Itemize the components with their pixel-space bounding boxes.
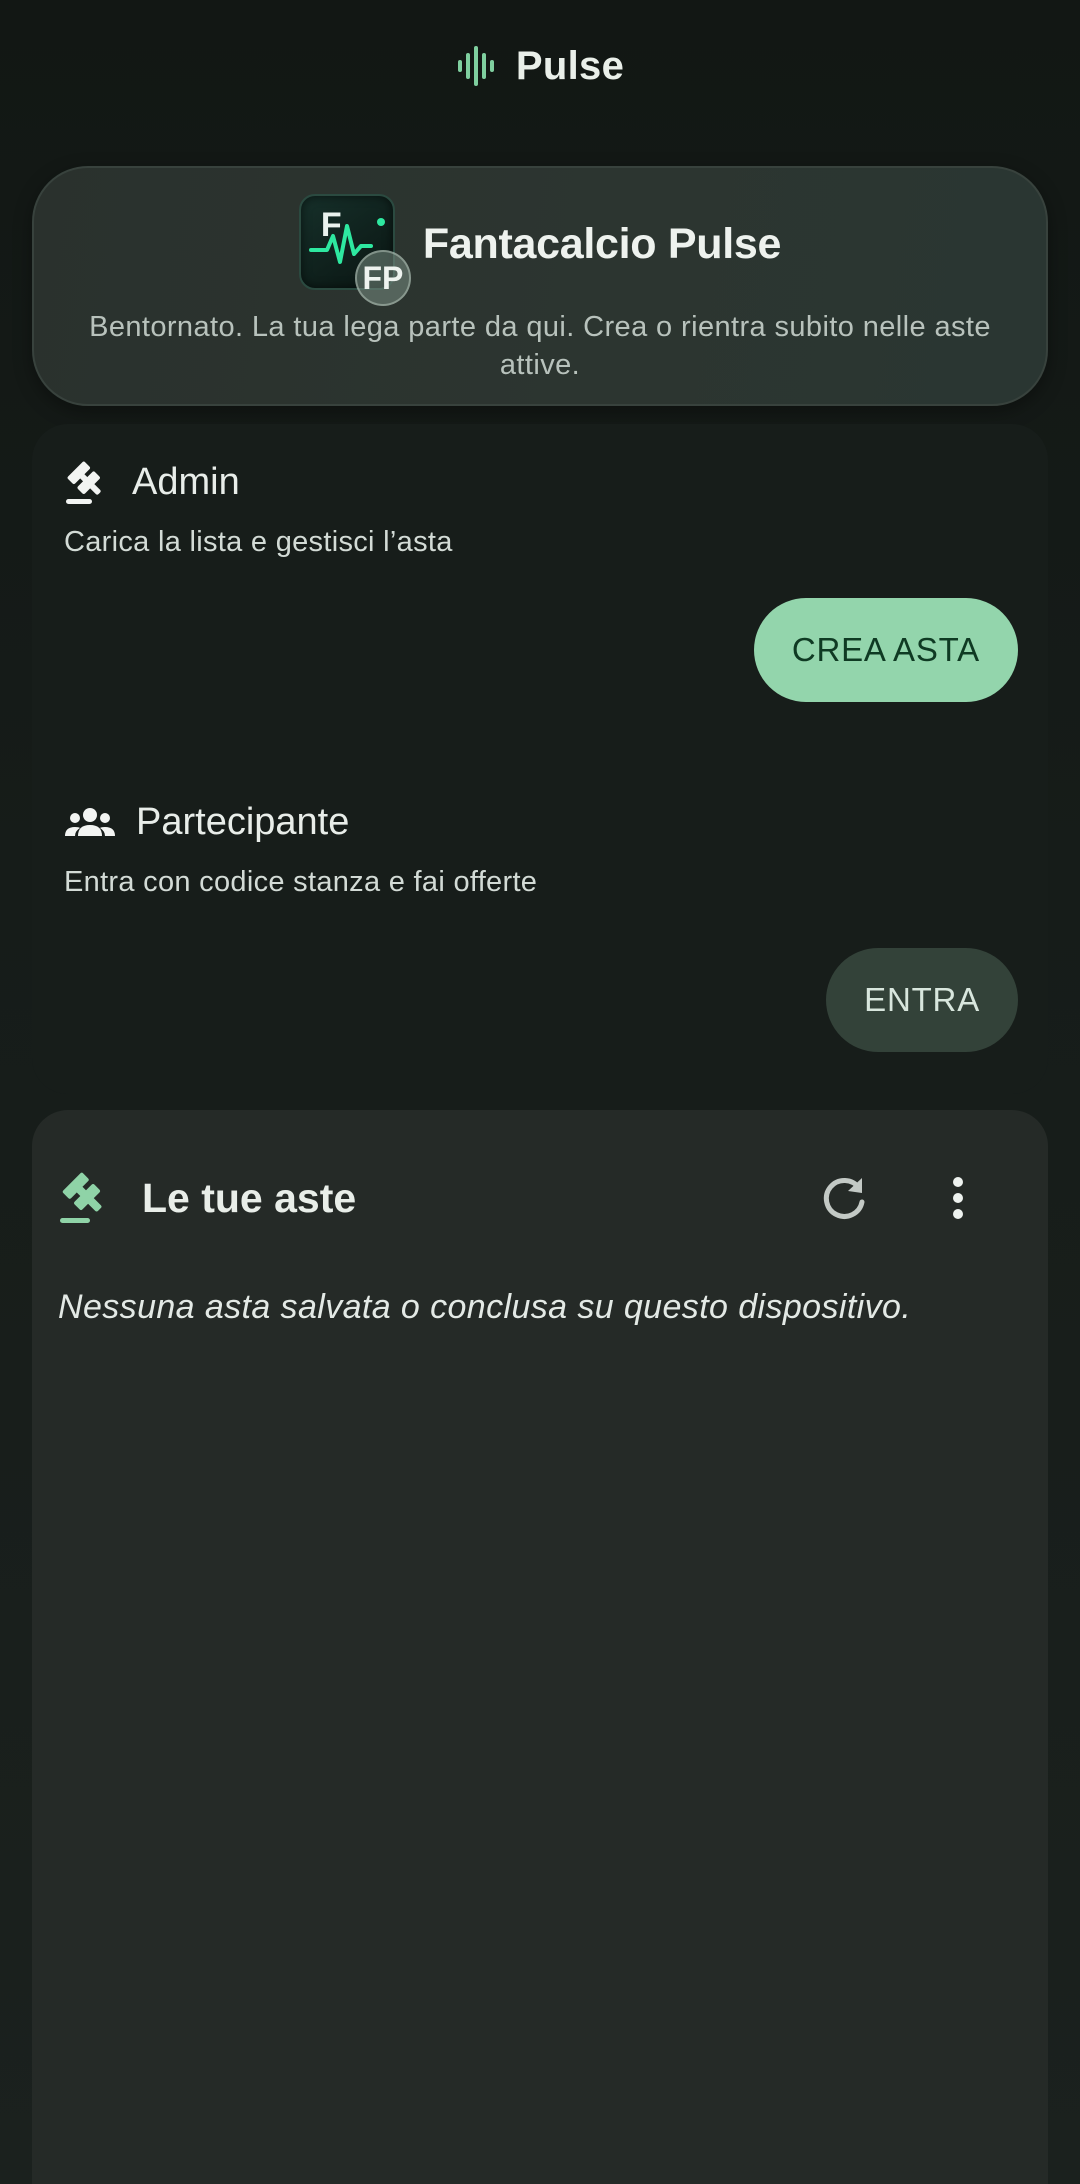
hero-subtitle: Bentornato. La tua lega parte da qui. Cr… xyxy=(89,311,991,381)
app-logo: F FP xyxy=(298,194,411,306)
gavel-icon xyxy=(66,461,101,504)
participant-role-section: Partecipante Entra con codice stanza e f… xyxy=(32,764,1048,1094)
create-auction-button[interactable]: CREA ASTA xyxy=(753,598,1018,702)
role-selection-card: Admin Carica la lista e gestisci l’asta … xyxy=(32,424,1048,1094)
your-auctions-card: Le tue aste Nessuna asta salvata o concl… xyxy=(32,1110,1048,2184)
group-icon xyxy=(65,808,115,836)
welcome-card: F FP Fantacalcio Pulse Bentornato. La tu… xyxy=(32,166,1048,406)
app-logo-badge: FP xyxy=(354,250,411,306)
hero-title: Fantacalcio Pulse xyxy=(422,219,782,268)
admin-role-section: Admin Carica la lista e gestisci l’asta … xyxy=(32,424,1048,764)
top-app-bar: Pulse xyxy=(0,0,1080,132)
participant-role-description: Entra con codice stanza e fai offerte xyxy=(64,866,538,898)
welcome-header: F FP Fantacalcio Pulse xyxy=(34,194,1046,306)
refresh-icon xyxy=(823,1177,865,1219)
admin-role-description: Carica la lista e gestisci l’asta xyxy=(64,526,453,558)
enter-auction-button[interactable]: ENTRA xyxy=(826,948,1018,1052)
app-screen: Pulse F FP Fantacalcio Pulse Bentornato.… xyxy=(0,0,1080,2184)
more-options-button[interactable] xyxy=(928,1168,988,1228)
admin-role-title: Admin xyxy=(132,460,240,503)
your-auctions-header: Le tue aste xyxy=(58,1170,356,1226)
pulse-wave-icon xyxy=(457,46,494,86)
participant-role-header: Partecipante xyxy=(64,798,349,846)
participant-role-title: Partecipante xyxy=(136,800,350,843)
empty-auctions-message: Nessuna asta salvata o conclusa su quest… xyxy=(58,1288,912,1326)
your-auctions-title: Le tue aste xyxy=(142,1174,357,1221)
refresh-button[interactable] xyxy=(814,1168,874,1228)
gavel-icon xyxy=(60,1172,102,1223)
more-vert-icon xyxy=(953,1177,963,1219)
admin-role-header: Admin xyxy=(64,458,240,506)
app-title: Pulse xyxy=(515,43,625,88)
